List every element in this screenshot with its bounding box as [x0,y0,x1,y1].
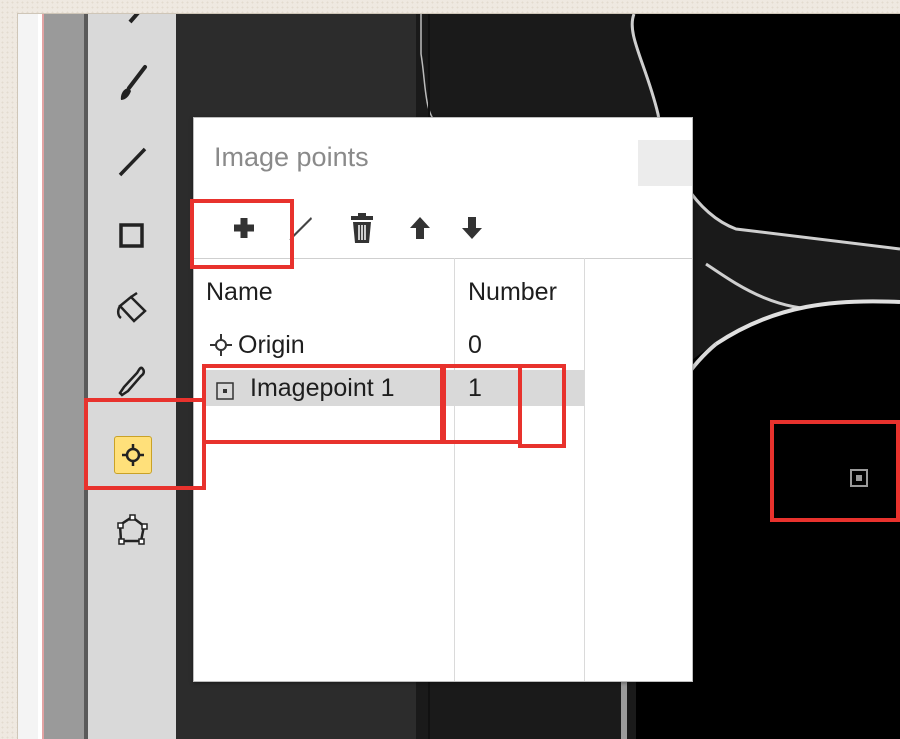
pencil-icon[interactable] [280,208,320,248]
point-square-icon [216,378,234,407]
column-separator [454,258,455,681]
side-panel [44,14,84,739]
image-points-dialog: Image points Name Number Origin 0 Imagep… [193,117,693,682]
line-icon[interactable] [114,144,150,180]
eyedropper-icon[interactable] [114,364,150,400]
column-header-number[interactable]: Number [468,278,557,307]
image-point-marker[interactable] [850,469,868,487]
rectangle-icon[interactable] [114,218,150,254]
row-name: Imagepoint 1 [250,374,395,402]
left-pane [18,14,38,739]
header-separator [194,258,692,259]
column-header-name[interactable]: Name [206,278,273,307]
row-name: Origin [238,331,305,359]
dialog-close-button[interactable] [638,140,692,186]
tool-palette [88,14,176,739]
crosshair-icon [208,332,234,365]
dialog-toolbar [194,200,692,258]
row-number: 1 [468,374,482,402]
image-point-tool-icon[interactable] [114,436,152,474]
brush-icon[interactable] [114,65,150,102]
fill-bucket-icon[interactable] [114,290,150,326]
arrow-down-icon[interactable] [452,208,492,248]
dialog-title: Image points [214,142,369,172]
column-separator [584,258,585,681]
polygon-icon[interactable] [114,512,150,548]
row-number: 0 [468,331,482,359]
arrow-up-icon[interactable] [400,208,440,248]
brush-partial-icon[interactable] [114,14,150,36]
trash-icon[interactable] [342,208,382,248]
plus-icon[interactable] [224,208,264,248]
